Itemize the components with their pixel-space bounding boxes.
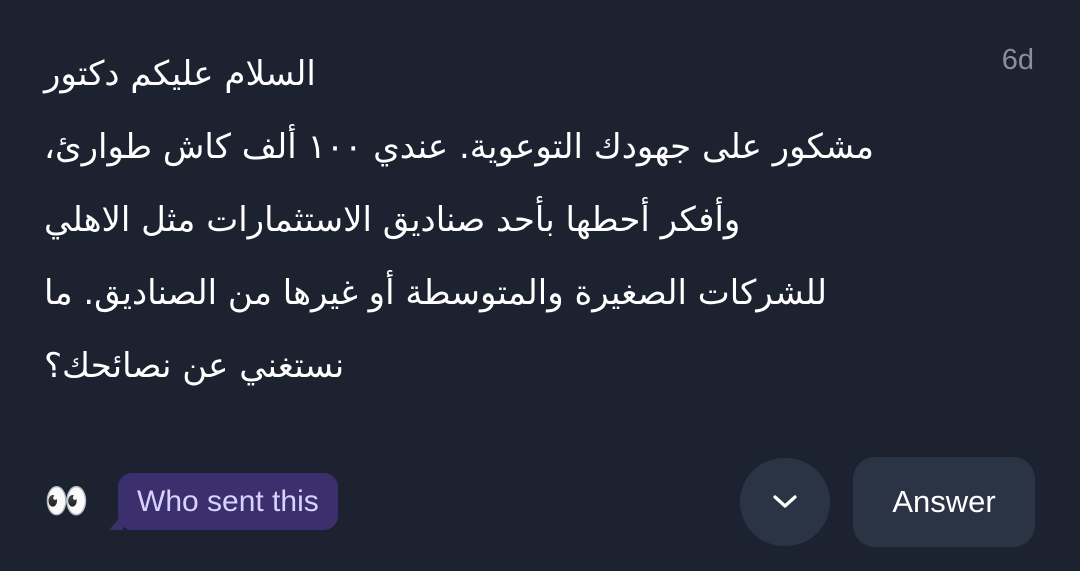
question-line: وأفكر أحطها بأحد صناديق الاستثمارات مثل … (44, 200, 741, 240)
answer-label: Answer (892, 484, 996, 519)
question-line: السلام عليكم دكتور (44, 54, 316, 94)
chevron-down-icon (773, 495, 797, 508)
question-line: نستغني عن نصائحك؟ (44, 346, 345, 386)
who-sent-this-button[interactable]: Who sent this (109, 473, 338, 530)
question-age: 6d (1001, 44, 1034, 76)
expand-button[interactable] (740, 458, 830, 546)
answer-button[interactable]: Answer (853, 457, 1035, 547)
question-card: 6d السلام عليكم دكتور مشكور على جهودك ال… (0, 0, 1080, 571)
eyes-emoji-icon: 👀 (44, 481, 89, 522)
question-line: مشكور على جهودك التوعوية. عندي ١٠٠ ألف ك… (44, 127, 874, 167)
question-line: للشركات الصغيرة والمتوسطة أو غيرها من ال… (44, 273, 828, 313)
question-text: السلام عليكم دكتور مشكور على جهودك التوع… (44, 38, 924, 403)
who-sent-this-label: Who sent this (137, 484, 319, 518)
